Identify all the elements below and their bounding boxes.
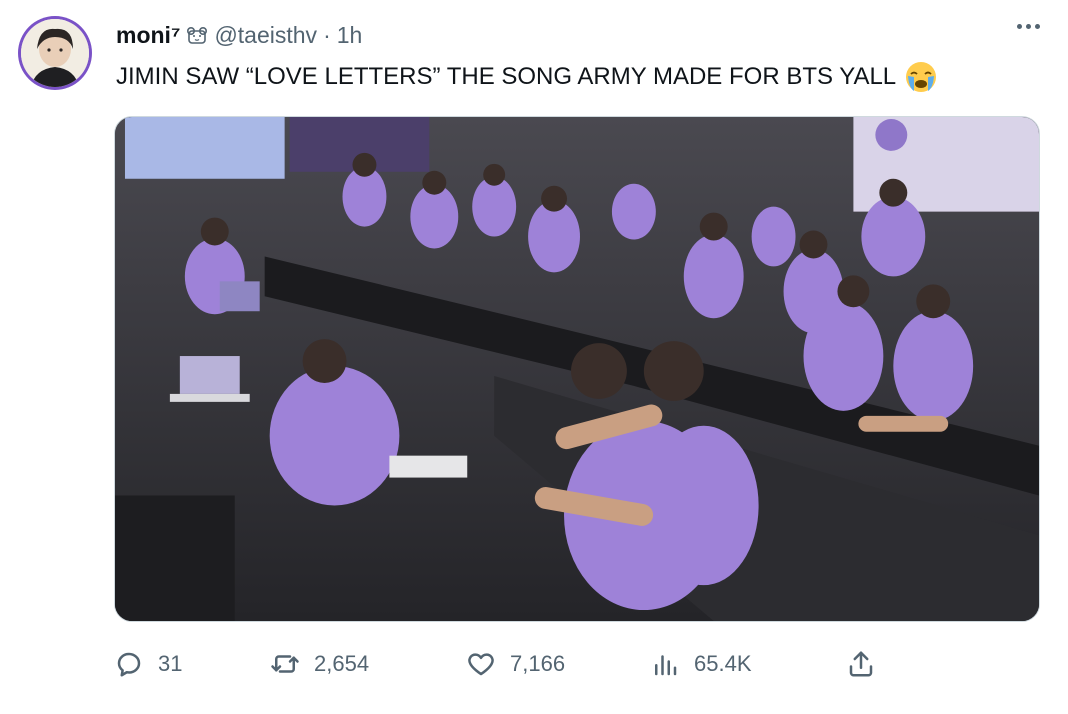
views-button[interactable]: 65.4K: [650, 645, 752, 683]
reply-count: 31: [158, 651, 183, 676]
like-button[interactable]: 7,166: [466, 645, 565, 683]
more-icon[interactable]: [1017, 24, 1040, 29]
separator-dot: ·: [323, 21, 331, 48]
avatar[interactable]: [18, 16, 92, 90]
tweet-text: JIMIN SAW “LOVE LETTERS” THE SONG ARMY M…: [116, 63, 897, 90]
share-button[interactable]: [846, 645, 876, 683]
reply-icon: [117, 652, 141, 677]
tweet-header: moni⁷ @taeisthv · 1h: [116, 20, 362, 50]
action-bar: 31 2,654 7,166 65.4K: [114, 645, 874, 683]
retweet-icon: [271, 655, 299, 673]
tweet-text-row: JIMIN SAW “LOVE LETTERS” THE SONG ARMY M…: [116, 60, 938, 94]
loudly-crying-face-icon: [904, 60, 938, 94]
retweet-button[interactable]: 2,654: [270, 645, 369, 683]
views-count: 65.4K: [694, 651, 752, 676]
share-icon: [849, 651, 873, 677]
reply-button[interactable]: 31: [114, 645, 182, 683]
heart-icon: [468, 653, 494, 676]
user-handle[interactable]: @taeisthv: [214, 22, 317, 49]
like-count: 7,166: [510, 651, 566, 676]
bear-emoji-icon: [186, 25, 208, 45]
views-icon: [655, 655, 677, 676]
tweet-photo[interactable]: [114, 116, 1040, 622]
retweet-count: 2,654: [314, 651, 370, 676]
display-name[interactable]: moni⁷: [116, 22, 180, 49]
tweet: moni⁷ @taeisthv · 1h JIMIN SAW “LOVE LET…: [0, 0, 1068, 714]
timestamp[interactable]: 1h: [337, 22, 363, 49]
